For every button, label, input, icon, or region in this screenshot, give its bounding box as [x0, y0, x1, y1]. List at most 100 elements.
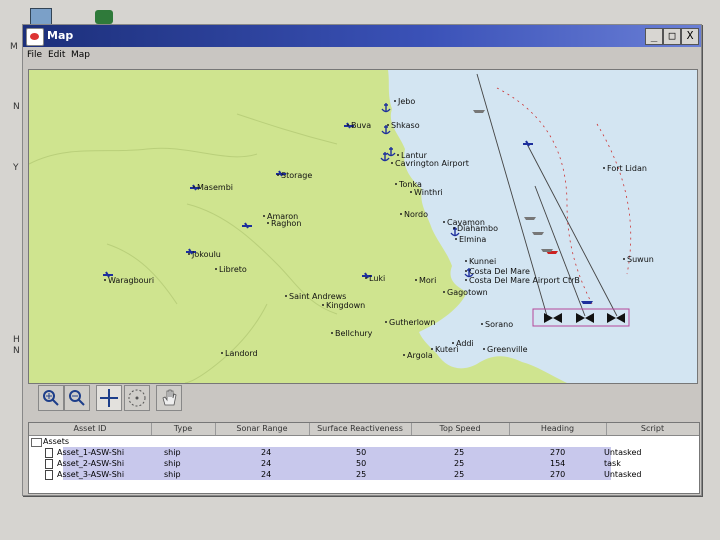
place-label: Kuteri: [435, 345, 459, 354]
row-highlight: [63, 458, 611, 469]
place-marker: [395, 183, 397, 185]
zoom-in-icon: [43, 390, 59, 406]
window-title: Map: [47, 29, 74, 42]
place-label: Kingdown: [326, 301, 365, 310]
java-app-icon: [26, 28, 44, 46]
place-marker: [267, 222, 269, 224]
place-marker: [365, 277, 367, 279]
cell-script[interactable]: Untasked: [604, 469, 641, 480]
column-header-heading[interactable]: Heading: [509, 423, 607, 435]
table-row[interactable]: Asset_3-ASW-Shi ship 24 25 25 270 Untask…: [29, 469, 699, 480]
desktop-folder-icon[interactable]: [95, 10, 113, 24]
place-label: Diahambo: [457, 224, 498, 233]
cell-type: ship: [164, 448, 181, 457]
cell-sonar-range: 24: [261, 448, 272, 457]
cell-script[interactable]: Untasked: [604, 447, 641, 458]
document-icon: [45, 459, 53, 469]
place-marker: [410, 191, 412, 193]
sea-area: [388, 70, 697, 383]
map-toolbar: [28, 383, 696, 413]
cell-top-speed: 25: [454, 459, 465, 468]
ship-icon[interactable]: [473, 110, 485, 113]
zoom-in-button[interactable]: [38, 385, 64, 411]
place-marker: [623, 258, 625, 260]
place-label: Buva: [351, 121, 371, 130]
place-label: Addi: [456, 339, 474, 348]
ship-icon[interactable]: [541, 249, 553, 252]
select-button[interactable]: [96, 385, 122, 411]
place-marker: [403, 354, 405, 356]
row-highlight: [63, 447, 611, 458]
place-marker: [331, 332, 333, 334]
place-marker: [322, 304, 324, 306]
assets-table[interactable]: Asset ID Type Sonar Range Surface Reacti…: [28, 422, 700, 494]
place-marker: [215, 268, 217, 270]
place-marker: [391, 162, 393, 164]
pan-button[interactable]: [156, 385, 182, 411]
place-marker: [394, 100, 396, 102]
place-marker: [431, 348, 433, 350]
place-label: Greenville: [487, 345, 528, 354]
column-header-sonar-range[interactable]: Sonar Range: [215, 423, 310, 435]
ship-icon[interactable]: [532, 232, 544, 235]
document-icon: [45, 448, 53, 458]
column-header-asset-id[interactable]: Asset ID: [29, 423, 152, 435]
zoom-out-icon: [69, 390, 85, 406]
place-label: Costa Del Mare: [469, 267, 530, 276]
ship-icon[interactable]: [581, 301, 593, 304]
place-marker: [397, 154, 399, 156]
map-window: Map _ □ X File Edit Map Jebo Buva Shkaso…: [22, 24, 702, 496]
column-header-type[interactable]: Type: [151, 423, 216, 435]
cell-heading: 154: [550, 459, 566, 468]
cell-top-speed: 25: [454, 448, 465, 457]
place-marker: [347, 124, 349, 126]
cell-sonar-range: 24: [261, 470, 272, 479]
place-label: Elmina: [459, 235, 486, 244]
minimize-button[interactable]: _: [645, 28, 663, 45]
place-marker: [221, 352, 223, 354]
close-button[interactable]: X: [681, 28, 699, 45]
center-button[interactable]: [124, 385, 150, 411]
place-marker: [603, 167, 605, 169]
column-header-surface-reactiveness[interactable]: Surface Reactiveness: [309, 423, 412, 435]
place-label: Gagotown: [447, 288, 488, 297]
menu-map[interactable]: Map: [71, 50, 90, 60]
title-bar[interactable]: Map _ □ X: [23, 25, 701, 47]
place-label: Libreto: [219, 265, 247, 274]
crosshair-icon: [100, 389, 118, 407]
desktop-label: M: [10, 42, 18, 52]
place-marker: [452, 342, 454, 344]
table-row[interactable]: Asset_1-ASW-Shi ship 24 50 25 270 Untask…: [29, 447, 699, 458]
zoom-out-button[interactable]: [64, 385, 90, 411]
column-header-top-speed[interactable]: Top Speed: [411, 423, 510, 435]
desktop-label: N: [13, 102, 20, 112]
cell-script[interactable]: task: [604, 458, 621, 469]
maximize-button[interactable]: □: [663, 28, 681, 45]
menu-bar: File Edit Map: [23, 48, 701, 64]
place-marker: [193, 186, 195, 188]
place-label: Raghon: [271, 219, 301, 228]
place-label: Bellchury: [335, 329, 373, 338]
cell-type: ship: [164, 459, 181, 468]
cell-heading: 270: [550, 448, 566, 457]
ship-icon[interactable]: [524, 217, 536, 220]
tree-root-label: Assets: [43, 437, 70, 446]
map-canvas[interactable]: DjoholoJeboBuvaShkasoLanturCavrington Ai…: [29, 70, 697, 383]
place-label: Fort Lidan: [607, 164, 647, 173]
place-label: Landord: [225, 349, 258, 358]
table-row[interactable]: Asset_2-ASW-Shi ship 24 50 25 154 task: [29, 458, 699, 469]
place-label: Argola: [407, 351, 433, 360]
place-label: Winthri: [414, 188, 443, 197]
column-header-script[interactable]: Script: [606, 423, 699, 435]
menu-file[interactable]: File: [27, 50, 42, 60]
place-marker: [453, 227, 455, 229]
cell-surface-reactiveness: 50: [356, 459, 367, 468]
target-icon: [128, 389, 146, 407]
place-marker: [188, 253, 190, 255]
place-marker: [385, 321, 387, 323]
map-view[interactable]: DjoholoJeboBuvaShkasoLanturCavrington Ai…: [28, 69, 698, 384]
table-header: Asset ID Type Sonar Range Surface Reacti…: [29, 423, 699, 436]
hand-icon: [162, 389, 177, 406]
menu-edit[interactable]: Edit: [48, 50, 65, 60]
tree-root-row[interactable]: Assets: [29, 436, 699, 447]
